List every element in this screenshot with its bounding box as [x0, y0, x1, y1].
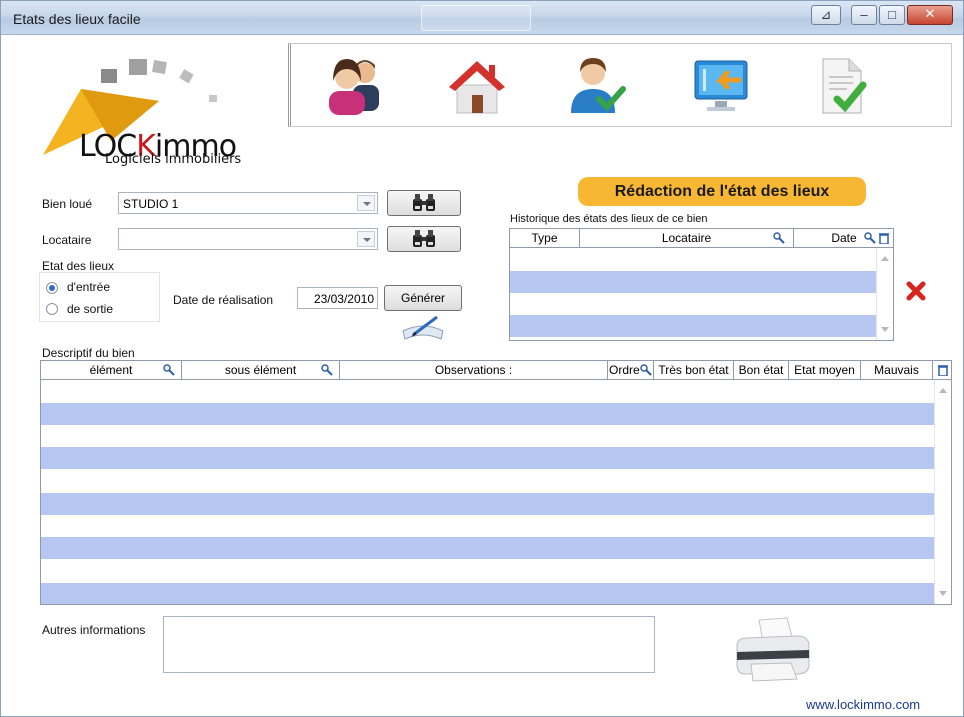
chevron-down-icon[interactable] [357, 231, 375, 247]
delete-icon [906, 281, 926, 301]
col-delete[interactable] [933, 361, 951, 380]
table-row[interactable] [41, 403, 936, 425]
delete-history-button[interactable] [905, 280, 927, 302]
history-table[interactable]: Type Locataire Date [509, 228, 894, 341]
radio-entree[interactable] [46, 282, 58, 294]
col-mauvais[interactable]: Mauvais [861, 361, 933, 380]
history-col-type[interactable]: Type [510, 229, 580, 248]
descriptif-scrollbar[interactable] [934, 380, 951, 604]
close-icon: ✕ [924, 7, 936, 22]
main-toolbar [288, 43, 952, 127]
date-value: 23/03/2010 [313, 292, 374, 306]
logo-tagline: Logiciels immobiliers [105, 152, 242, 167]
radio-sortie-label: de sortie [67, 302, 114, 316]
history-col-date[interactable]: Date [794, 229, 893, 248]
table-row[interactable] [41, 381, 936, 403]
radio-entree-label: d'entrée [67, 280, 110, 294]
import-screen-icon [694, 60, 748, 111]
signature-pen-icon [402, 315, 444, 340]
chevron-down-icon[interactable] [357, 195, 375, 211]
maximize-button[interactable]: □ [879, 5, 905, 25]
search-icon[interactable] [773, 232, 785, 244]
app-window: Etats des lieux facile ⊿ – □ ✕ LOCKimmo … [0, 0, 964, 717]
descriptif-table[interactable]: élément sous élément Observations : Ordr… [40, 360, 952, 605]
history-col-locataire[interactable]: Locataire [580, 229, 794, 248]
binoculars-icon [413, 230, 435, 247]
autres-textarea[interactable] [163, 616, 655, 673]
locataire-select[interactable] [118, 228, 378, 250]
table-row[interactable] [41, 583, 936, 604]
table-row[interactable] [41, 425, 936, 447]
print-button[interactable] [731, 616, 813, 686]
table-row[interactable] [41, 469, 936, 493]
col-sous-element[interactable]: sous élément [182, 361, 340, 380]
table-row[interactable] [41, 537, 936, 559]
printer-icon [736, 617, 810, 682]
descriptif-caption: Descriptif du bien [42, 346, 135, 360]
autres-label: Autres informations [42, 623, 146, 637]
minimize-icon: – [860, 7, 868, 22]
search-icon[interactable] [163, 364, 175, 376]
toolbar-import-button[interactable] [683, 50, 759, 122]
toolbar-finalize-button[interactable] [803, 50, 879, 122]
lockimmo-logo: LOCKimmo Logiciels immobiliers [41, 49, 271, 171]
history-row[interactable] [510, 249, 878, 271]
trash-icon[interactable] [937, 364, 949, 376]
table-row[interactable] [41, 447, 936, 469]
titlebar-decoration [421, 5, 531, 31]
table-row[interactable] [41, 515, 936, 537]
toolbar-tenants-button[interactable] [319, 50, 395, 122]
minimize-button[interactable]: – [851, 5, 877, 25]
bien-loue-value: STUDIO 1 [123, 197, 179, 211]
window-title: Etats des lieux facile [13, 11, 141, 27]
search-tenant-button[interactable] [387, 226, 461, 252]
toolbar-validate-tenant-button[interactable] [559, 50, 635, 122]
history-scrollbar[interactable] [876, 248, 893, 340]
binoculars-icon [413, 194, 435, 211]
etat-group-label: Etat des lieux [42, 259, 115, 273]
date-field[interactable]: 23/03/2010 [297, 287, 378, 309]
generate-button[interactable]: Générer [384, 285, 462, 311]
bien-loue-label: Bien loué [42, 197, 93, 211]
col-ordre[interactable]: Ordre [608, 361, 654, 380]
bien-loue-select[interactable]: STUDIO 1 [118, 192, 378, 214]
table-row[interactable] [41, 493, 936, 515]
search-property-button[interactable] [387, 190, 461, 216]
help-button[interactable]: ⊿ [811, 5, 841, 25]
website-link[interactable]: www.lockimmo.com [806, 697, 920, 712]
table-row[interactable] [41, 559, 936, 583]
history-caption: Historique des états des lieux de ce bie… [510, 213, 708, 225]
trash-icon[interactable] [878, 232, 890, 244]
search-icon[interactable] [321, 364, 333, 376]
col-etat-moyen[interactable]: Etat moyen [789, 361, 861, 380]
descriptif-header: élément sous élément Observations : Ordr… [41, 361, 951, 380]
close-button[interactable]: ✕ [907, 5, 953, 25]
people-icon [329, 59, 379, 115]
history-row[interactable] [510, 293, 878, 315]
col-bon-etat[interactable]: Bon état [734, 361, 789, 380]
user-check-icon [571, 58, 626, 113]
search-icon[interactable] [864, 232, 876, 244]
locataire-label: Locataire [42, 233, 92, 247]
title-bar[interactable]: Etats des lieux facile ⊿ – □ ✕ [1, 1, 963, 35]
document-check-icon [822, 58, 867, 114]
toolbar-property-button[interactable] [439, 50, 515, 122]
col-observations[interactable]: Observations : [340, 361, 608, 380]
help-icon: ⊿ [820, 7, 832, 22]
col-element[interactable]: élément [41, 361, 182, 380]
search-icon[interactable] [640, 364, 652, 376]
date-label: Date de réalisation [173, 293, 274, 307]
history-header: Type Locataire Date [510, 229, 893, 248]
history-row[interactable] [510, 315, 878, 337]
col-tres-bon-etat[interactable]: Très bon état [654, 361, 734, 380]
house-icon [449, 61, 505, 114]
radio-sortie[interactable] [46, 303, 58, 315]
section-title: Rédaction de l'état des lieux [578, 177, 866, 206]
history-row[interactable] [510, 271, 878, 293]
maximize-icon: □ [888, 7, 896, 22]
